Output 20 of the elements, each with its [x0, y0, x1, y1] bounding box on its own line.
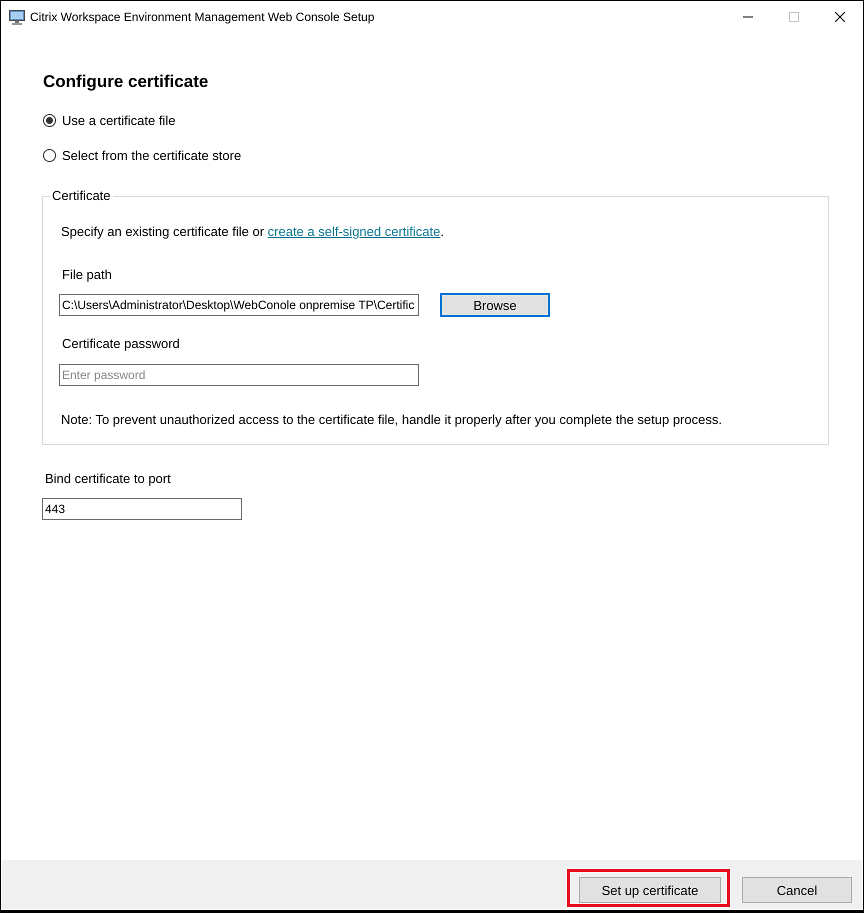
port-field[interactable]: 443	[42, 498, 242, 520]
browse-button[interactable]: Browse	[440, 293, 550, 317]
self-signed-certificate-link[interactable]: create a self-signed certificate	[268, 224, 440, 239]
monitor-icon	[9, 8, 25, 24]
file-path-field[interactable]: C:\Users\Administrator\Desktop\WebConole onpremise TP\Certific	[59, 294, 419, 316]
file-path-label: File path	[62, 267, 112, 283]
radio-button-icon[interactable]	[43, 149, 56, 162]
cancel-button[interactable]: Cancel	[742, 877, 852, 903]
radio-option[interactable]: Use a certificate file	[43, 110, 176, 130]
page-heading: Configure certificate	[43, 72, 208, 92]
description-text: Specify an existing certificate file or create a self-signed certificate.	[61, 224, 444, 240]
password-field[interactable]: Enter password	[59, 364, 419, 386]
close-icon[interactable]	[835, 12, 845, 22]
radio-option[interactable]: Select from the certificate store	[43, 146, 242, 166]
note-text: Note: To prevent unauthorized access to the certificate file, handle it properly after you complete the setup process.	[61, 412, 722, 428]
setup-button[interactable]: Set up certificate	[579, 877, 721, 903]
port-label: Bind certificate to port	[45, 471, 171, 487]
password-label: Certificate password	[62, 336, 180, 352]
window-title: Citrix Workspace Environment Management Web Console Setup	[30, 10, 374, 24]
radio-button-icon[interactable]	[43, 114, 56, 126]
